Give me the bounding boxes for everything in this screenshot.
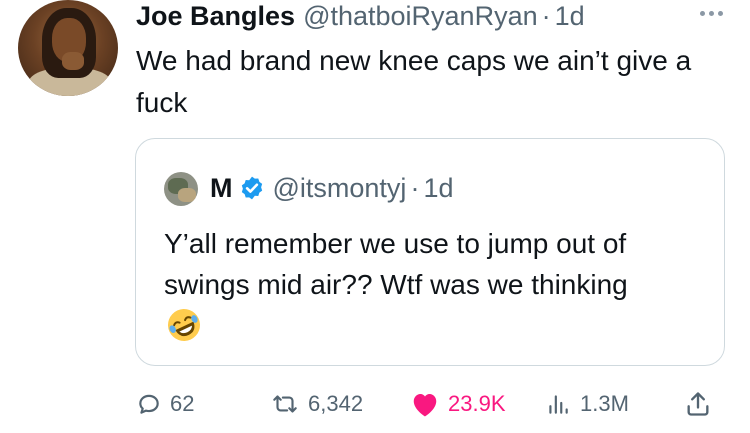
rolling-on-floor-laughing-emoji [168,309,200,341]
quoted-separator-dot: · [410,172,420,203]
author-avatar[interactable] [18,0,118,96]
retweet-icon [273,395,297,413]
views-count: 1.3M [580,391,629,416]
like-count: 23.9K [448,391,506,416]
verified-badge-icon [241,176,262,200]
quoted-author-name: M [210,172,233,203]
heart-icon [413,394,437,417]
author-name[interactable]: Joe Bangles [136,1,295,32]
tweet-header: Joe Bangles @thatboiRyanRyan · 1d [136,0,585,32]
quoted-tweet-text: Y’all remember we use to jump out of swi… [164,228,628,300]
action-bar: 62 6,342 23.9K 1.3M [0,384,750,424]
tweet-time[interactable]: 1d [555,1,585,32]
quoted-tweet-header: M @itsmontyj · 1d [210,171,453,205]
quoted-tweet-time: 1d [423,172,454,203]
retweet-count: 6,342 [308,391,364,416]
like-button[interactable]: 23.9K [410,384,506,424]
retweet-button[interactable]: 6,342 [270,384,363,424]
author-handle[interactable]: @thatboiRyanRyan [303,1,538,32]
tweet-text: We had brand new knee caps we ain’t give… [136,45,692,118]
quoted-author-handle: @itsmontyj [272,172,407,203]
reply-button[interactable]: 62 [136,384,194,424]
quoted-tweet[interactable]: M @itsmontyj · 1d Y’all remember we use … [135,138,725,366]
views-icon [549,395,568,414]
separator-dot: · [541,0,551,31]
reply-icon [139,394,159,414]
views-button[interactable]: 1.3M [544,384,629,424]
share-icon [687,392,709,416]
quoted-author-avatar [164,172,198,206]
reply-count: 62 [170,391,195,416]
more-horizontal-icon[interactable] [691,3,731,23]
share-button[interactable] [684,384,720,424]
